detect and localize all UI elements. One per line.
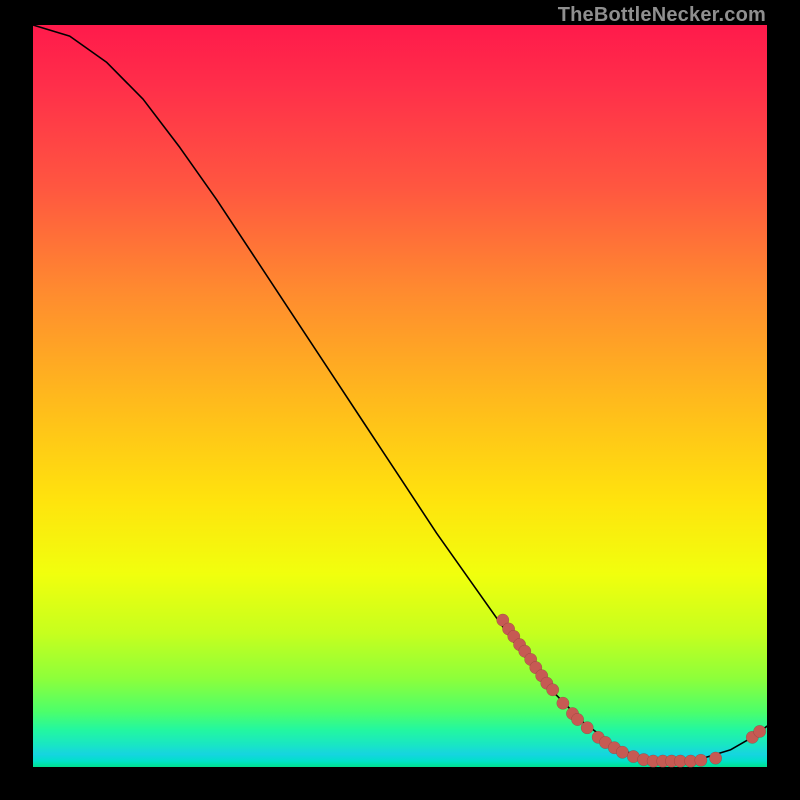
data-points bbox=[497, 614, 766, 767]
attribution-text: TheBottleNecker.com bbox=[558, 4, 766, 27]
data-point bbox=[695, 754, 707, 766]
data-point bbox=[581, 722, 593, 734]
data-point bbox=[547, 684, 559, 696]
chart-overlay-svg bbox=[33, 25, 767, 767]
data-point bbox=[616, 746, 628, 758]
data-point bbox=[571, 713, 583, 725]
data-point bbox=[709, 752, 721, 764]
chart-stage: TheBottleNecker.com bbox=[0, 0, 800, 800]
data-point bbox=[557, 697, 569, 709]
plot-area bbox=[33, 25, 767, 767]
data-point bbox=[754, 725, 766, 737]
bottleneck-curve bbox=[33, 25, 767, 761]
